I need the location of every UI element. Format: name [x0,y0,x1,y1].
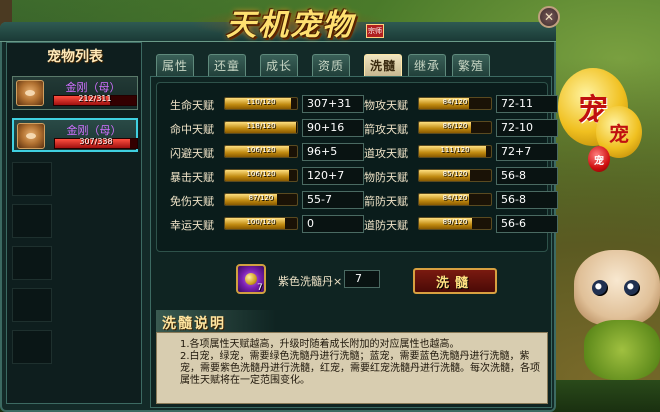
talent-label: 道防天赋 [364,219,408,232]
pet-avatar [17,123,45,149]
talent-bar-text: 100/120 [246,218,276,226]
empty-pet-slot[interactable] [12,162,52,196]
empty-pet-slot[interactable] [12,246,52,280]
talent-value: 96+5 [302,143,364,161]
talent-bar-text: 84/120 [442,194,468,202]
balloon-glyph: 宠 [594,155,604,167]
talent-label: 道攻天赋 [364,147,408,160]
talent-label: 箭防天赋 [364,195,408,208]
talent-label: 幸运天赋 [170,219,214,232]
mascot-head [574,250,660,326]
talent-value: 56-8 [496,191,558,209]
tab-rejuvenate[interactable]: 还童 [208,54,246,76]
talent-label: 免伤天赋 [170,195,214,208]
talent-label: 暴击天赋 [170,171,214,184]
talent-row: 生命天赋 110/120 307+31 [170,95,366,113]
description-title: 洗髓说明 [162,316,226,332]
talent-row: 物攻天赋 84/120 72-11 [364,95,560,113]
talent-row: 暴击天赋 106/120 120+7 [170,167,366,185]
description-line: 2.白宠，绿宠，需要绿色洗髓丹进行洗髓；蓝宠，需要蓝色洗髓丹进行洗髓，紫宠，需要… [180,351,540,386]
pet-list-item[interactable]: 金刚（母） 212/311 [12,76,138,110]
talent-value: 0 [302,215,364,233]
pet-avatar [16,80,44,106]
empty-pet-slot[interactable] [12,288,52,322]
window-title-banner: 天机宠物 [190,0,390,44]
description-text: 1.各项属性天赋越高，升级时随着成长附加的对应属性也越高。 2.白宠，绿宠，需要… [180,339,542,387]
talent-row: 道攻天赋 111/120 72+7 [364,143,560,161]
talent-bar-text: 111/120 [440,146,470,154]
talent-bar-text: 87/120 [248,194,274,202]
talent-label: 物防天赋 [364,171,408,184]
close-button[interactable]: ✕ [538,6,560,28]
talent-row: 命中天赋 118/120 90+16 [170,119,366,137]
talent-label: 命中天赋 [170,123,214,136]
title-seal: 宗师 [366,24,384,38]
talent-value: 72+7 [496,143,558,161]
talent-bar-text: 84/120 [442,98,468,106]
talent-value: 120+7 [302,167,364,185]
pet-hp-text: 212/311 [78,94,112,103]
pet-list-item-selected[interactable]: 金刚（母） 307/338 [12,118,138,152]
item-label: 紫色洗髓丹× [278,275,343,288]
pet-name: 金刚（母） [65,81,121,94]
pet-balloon-small: 宠 [588,146,610,172]
talent-value: 90+16 [302,119,364,137]
wash-button[interactable]: 洗髓 [413,268,497,294]
empty-pet-slot[interactable] [12,330,52,364]
pet-list-title: 宠物列表 [47,49,103,65]
pet-hp-text: 307/338 [79,137,113,146]
talent-row: 幸运天赋 100/120 0 [170,215,366,233]
tab-breed[interactable]: 繁殖 [452,54,490,76]
empty-pet-slot[interactable] [12,204,52,238]
talent-label: 物攻天赋 [364,99,408,112]
talent-row: 免伤天赋 87/120 55-7 [170,191,366,209]
talent-value: 72-11 [496,95,558,113]
talent-label: 闪避天赋 [170,147,214,160]
pet-mascot [574,210,660,380]
talent-bar-text: 85/120 [442,170,468,178]
tab-attributes[interactable]: 属性 [156,54,194,76]
talent-bar-text: 86/120 [442,122,468,130]
talent-value: 56-6 [496,215,558,233]
talent-bar-text: 106/120 [246,146,276,154]
balloon-glyph: 宠 [609,121,629,146]
talent-row: 箭防天赋 84/120 56-8 [364,191,560,209]
tab-growth[interactable]: 成长 [260,54,298,76]
talent-label: 生命天赋 [170,99,214,112]
mascot-eye [624,280,640,296]
description-line: 1.各项属性天赋越高，升级时随着成长附加的对应属性也越高。 [180,339,460,350]
window-title: 天机宠物 [226,8,354,43]
talent-bar-text: 118/120 [246,122,276,130]
talent-value: 55-7 [302,191,364,209]
tab-marrow-wash[interactable]: 洗髓 [364,54,402,76]
talent-bar-text: 106/120 [246,170,276,178]
talent-bar-text: 89/120 [442,218,468,226]
talent-row: 箭攻天赋 86/120 72-10 [364,119,560,137]
talent-value: 72-10 [496,119,558,137]
talent-row: 道防天赋 89/120 56-6 [364,215,560,233]
tab-inherit[interactable]: 继承 [408,54,446,76]
mascot-eye [592,280,608,296]
talent-label: 箭攻天赋 [364,123,408,136]
tab-aptitude[interactable]: 资质 [312,54,350,76]
pet-name: 金刚（母） [66,124,122,137]
talent-value: 56-8 [496,167,558,185]
talent-bar-text: 110/120 [246,98,276,106]
item-count: 7 [257,283,263,293]
talent-row: 物防天赋 85/120 56-8 [364,167,560,185]
quantity-input[interactable]: 7 [344,270,380,288]
pill-icon [245,273,257,285]
mascot-body [584,320,660,380]
talent-row: 闪避天赋 106/120 96+5 [170,143,366,161]
talent-value: 307+31 [302,95,364,113]
